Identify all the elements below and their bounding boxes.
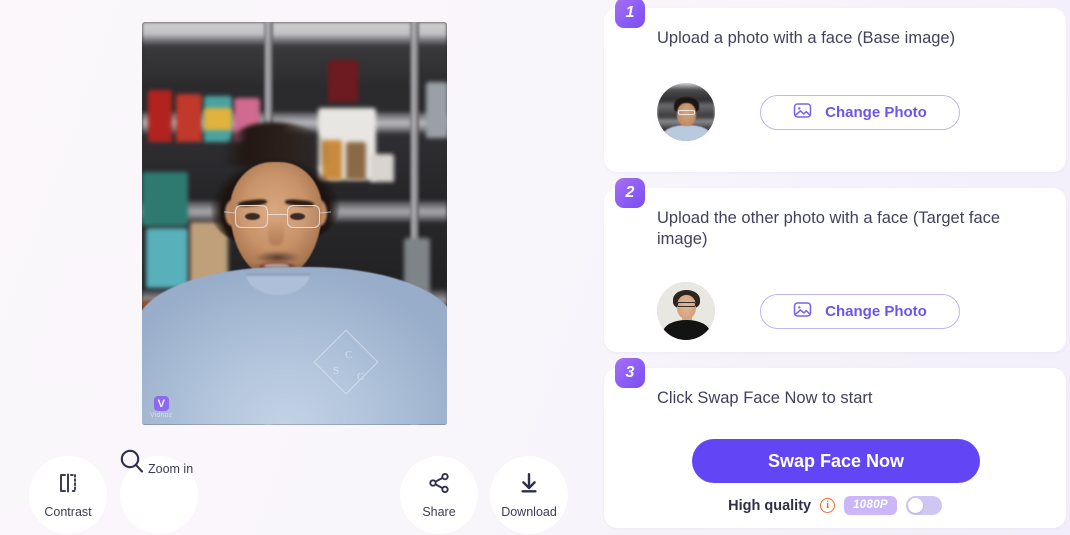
change-photo-button-2[interactable]: Change Photo — [760, 293, 960, 329]
photo-canvas: C S C V Vidnoz — [142, 22, 447, 425]
preview-pane: C S C V Vidnoz Contrast Zoom in Share Do… — [0, 0, 600, 535]
magnifier-icon — [117, 447, 147, 482]
step-1-row: Change Photo — [657, 83, 960, 141]
avatar-face — [677, 295, 696, 319]
step-card-2: 2 Upload the other photo with a face (Ta… — [604, 178, 1066, 352]
info-icon[interactable]: i — [820, 498, 836, 513]
step-card-3: 3 Click Swap Face Now to start Swap Face… — [604, 358, 1066, 528]
shirt-graphic: C S C — [313, 325, 389, 403]
avatar-body — [663, 125, 711, 141]
shirt-graphic-letter: C — [345, 349, 353, 361]
vidnoz-logo-icon: V — [153, 396, 169, 411]
high-quality-label: High quality — [728, 497, 812, 514]
vidnoz-watermark: V Vidnoz — [150, 396, 172, 419]
step-card-1: 1 Upload a photo with a face (Base image… — [604, 0, 1066, 172]
quality-row: High quality i 1080P — [604, 496, 1066, 515]
base-image-avatar[interactable] — [657, 83, 715, 141]
preview-photo[interactable]: C S C V Vidnoz — [142, 22, 447, 425]
step-3-badge: 3 — [615, 358, 645, 388]
share-button-label: Share — [422, 505, 456, 520]
share-button[interactable]: Share — [400, 456, 478, 534]
shirt-graphic-diamond — [313, 329, 379, 395]
contrast-button[interactable]: Contrast — [29, 456, 107, 534]
swap-face-now-button[interactable]: Swap Face Now — [692, 439, 980, 483]
change-photo-button-1[interactable]: Change Photo — [760, 94, 960, 130]
avatar-glasses — [677, 302, 696, 307]
subject-nose — [268, 220, 284, 246]
download-button-label: Download — [501, 505, 557, 520]
target-image-avatar[interactable] — [657, 282, 715, 340]
step-2-badge: 2 — [615, 178, 645, 208]
step-2-title: Upload the other photo with a face (Targ… — [657, 209, 1001, 249]
contrast-button-label: Contrast — [44, 505, 92, 520]
step-1-title: Upload a photo with a face (Base image) — [657, 29, 956, 47]
step-1-badge: 1 — [615, 0, 645, 28]
photo-subject: C S C — [142, 22, 447, 425]
image-icon — [793, 101, 812, 124]
subject-moustache — [255, 251, 300, 262]
zoom-in-button[interactable]: Zoom in — [120, 449, 198, 534]
avatar-body — [663, 320, 710, 340]
glasses-lens-right — [287, 205, 320, 228]
glasses-lens-left — [235, 205, 268, 228]
share-icon — [427, 471, 451, 500]
zoom-in-button-label: Zoom in — [148, 462, 194, 477]
change-photo-label-2: Change Photo — [825, 302, 927, 320]
zoom-in-button-content: Zoom in — [117, 447, 193, 482]
steps-pane: 1 Upload a photo with a face (Base image… — [604, 0, 1070, 535]
step-3-title: Click Swap Face Now to start — [657, 389, 873, 407]
shirt-graphic-letter: S — [333, 365, 340, 377]
resolution-badge: 1080P — [844, 496, 897, 515]
step-2-row: Change Photo — [657, 282, 960, 340]
shirt-graphic-letter: C — [357, 371, 365, 383]
change-photo-label-1: Change Photo — [825, 103, 927, 121]
toggle-knob — [907, 498, 923, 513]
high-quality-toggle[interactable] — [905, 496, 942, 515]
download-button[interactable]: Download — [490, 456, 568, 534]
image-icon — [793, 300, 812, 323]
glasses-bridge — [268, 214, 287, 215]
avatar-glasses — [678, 110, 695, 115]
download-icon — [517, 471, 541, 500]
vidnoz-watermark-text: Vidnoz — [150, 412, 173, 419]
contrast-icon — [56, 471, 80, 500]
